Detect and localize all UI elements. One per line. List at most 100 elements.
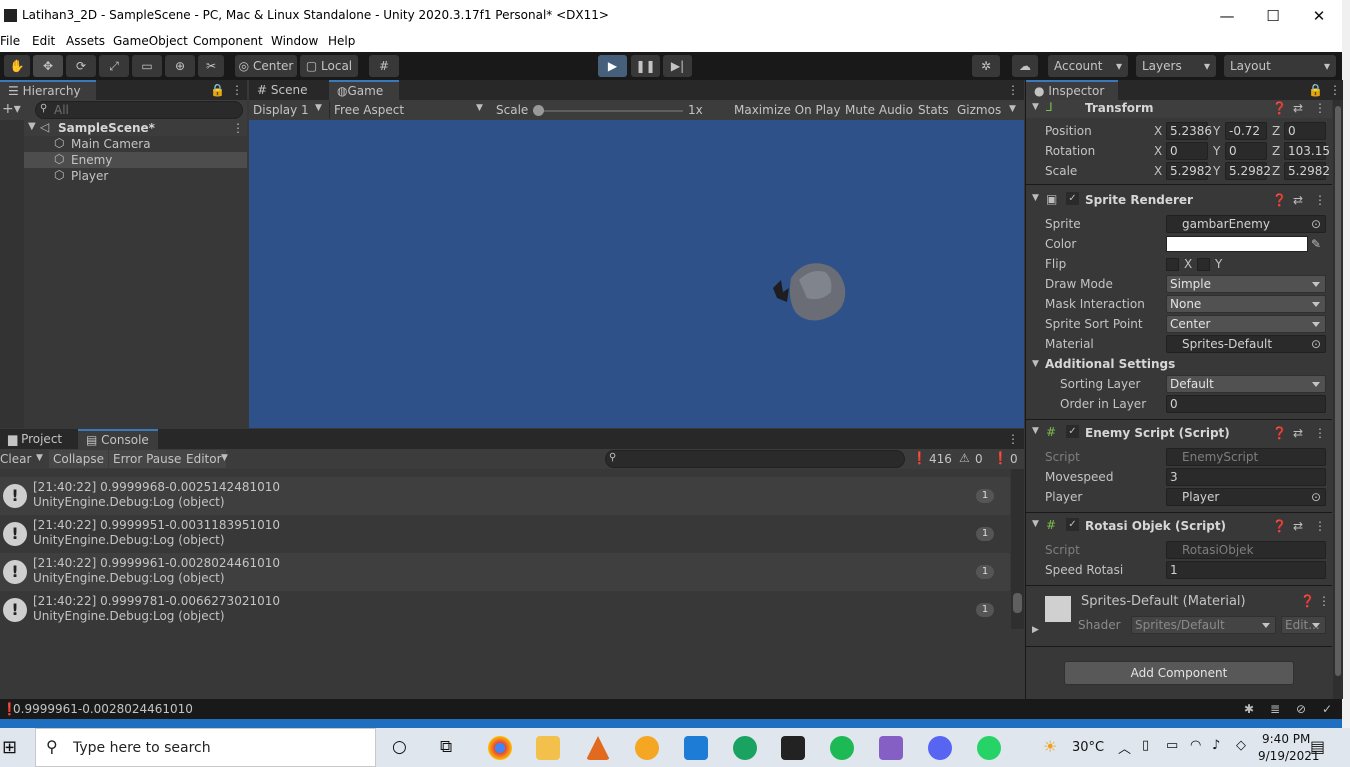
pivot-center-button[interactable]: ◎ Center xyxy=(235,55,297,77)
eyedropper-icon[interactable]: ✎ xyxy=(1311,237,1321,251)
hierarchy-item-enemy[interactable]: ⬡ Enemy xyxy=(0,152,247,168)
flip-y-checkbox[interactable] xyxy=(1197,258,1210,271)
error-pause-toggle[interactable]: Error Pause xyxy=(109,450,186,468)
windows-start-icon[interactable]: ⊞ xyxy=(2,737,17,758)
check-icon[interactable]: ✓ xyxy=(1322,702,1332,716)
game-viewport[interactable] xyxy=(249,120,1024,428)
maximize-button[interactable]: ☐ xyxy=(1250,0,1296,32)
sprite-field[interactable]: gambarEnemy xyxy=(1166,215,1326,233)
menu-component[interactable]: Component xyxy=(193,34,263,48)
scene-row[interactable]: ▼ ◁ SampleScene* ⋮ xyxy=(0,120,247,136)
rect-tool-icon[interactable]: ▭ xyxy=(132,55,162,77)
services-icon[interactable]: ✲ xyxy=(972,55,1000,77)
hierarchy-item-main-camera[interactable]: ⬡ Main Camera xyxy=(0,136,247,152)
log-entry[interactable]: ! [21:40:22] 0.9999968-0.0025142481010 U… xyxy=(0,477,1010,515)
mask-interaction-dropdown[interactable]: None xyxy=(1166,295,1326,313)
scrollbar-thumb[interactable] xyxy=(1013,593,1022,613)
layers-dropdown[interactable]: Layers ▾ xyxy=(1136,55,1216,77)
menu-edit[interactable]: Edit xyxy=(32,34,55,48)
app-icon[interactable] xyxy=(635,736,659,760)
help-icon[interactable]: ❓ xyxy=(1300,594,1315,608)
chrome-icon[interactable] xyxy=(488,736,512,760)
volume-icon[interactable]: ♪ xyxy=(1212,738,1220,753)
battery-icon[interactable]: ▭ xyxy=(1166,738,1178,753)
collapse-toggle[interactable]: Collapse xyxy=(49,450,108,468)
help-icon[interactable]: ❓ xyxy=(1272,519,1287,533)
language-icon[interactable]: ◇ xyxy=(1236,738,1246,753)
clock-time[interactable]: 9:40 PM xyxy=(1262,732,1310,746)
discord-icon[interactable] xyxy=(928,736,952,760)
move-tool-icon[interactable]: ✥ xyxy=(33,55,63,77)
scale-slider-handle[interactable] xyxy=(533,105,544,116)
pause-button[interactable]: ❚❚ xyxy=(631,55,660,77)
aspect-dropdown[interactable]: Free Aspect ▼ xyxy=(329,101,489,119)
more-icon[interactable]: ⋮ xyxy=(1314,193,1326,207)
more-icon[interactable]: ⋮ xyxy=(1314,426,1326,440)
position-x-field[interactable]: 5.2386 xyxy=(1166,122,1212,140)
account-dropdown[interactable]: Account ▾ xyxy=(1048,55,1128,77)
more-icon[interactable]: ⋮ xyxy=(232,121,244,135)
sprite-renderer-header[interactable]: ▼ ▣ ✓ Sprite Renderer ❓ ⇄ ⋮ xyxy=(1026,190,1332,210)
tab-hierarchy[interactable]: ☰ Hierarchy xyxy=(0,80,96,100)
order-in-layer-field[interactable]: 0 xyxy=(1166,395,1326,413)
hand-tool-icon[interactable]: ✋ xyxy=(4,55,30,77)
shader-edit-button[interactable]: Edit... xyxy=(1281,616,1326,634)
file-explorer-icon[interactable] xyxy=(536,736,560,760)
notifications-icon[interactable]: ▤ xyxy=(1310,737,1325,756)
tab-scene[interactable]: # Scene xyxy=(249,80,327,100)
menu-gameobject[interactable]: GameObject xyxy=(113,34,188,48)
play-button[interactable]: ▶ xyxy=(598,55,627,77)
color-swatch[interactable] xyxy=(1166,236,1308,252)
grid-snap-icon[interactable]: # xyxy=(369,55,399,77)
task-view-icon[interactable]: ⧉ xyxy=(440,737,452,757)
menu-help[interactable]: Help xyxy=(328,34,355,48)
clear-button[interactable]: Clear xyxy=(0,452,31,466)
more-icon[interactable]: ⋮ xyxy=(231,83,243,97)
minimize-button[interactable]: — xyxy=(1204,0,1250,32)
status-message[interactable]: 0.9999961-0.0028024461010 xyxy=(13,702,193,716)
log-entry[interactable]: ! [21:40:22] 0.9999961-0.0028024461010 U… xyxy=(0,553,1010,591)
scale-tool-icon[interactable]: ⤢ xyxy=(99,55,129,77)
scale-slider[interactable] xyxy=(535,110,683,112)
weather-icon[interactable]: ☀ xyxy=(1043,737,1057,756)
tab-inspector[interactable]: ● Inspector xyxy=(1026,80,1118,100)
additional-settings-label[interactable]: Additional Settings xyxy=(1045,357,1175,371)
object-picker-icon[interactable]: ⊙ xyxy=(1311,490,1321,504)
cortana-icon[interactable]: ○ xyxy=(392,737,407,757)
rotasi-script-header[interactable]: ▼ # ✓ Rotasi Objek (Script) ❓ ⇄ ⋮ xyxy=(1026,516,1332,536)
scale-y-field[interactable]: 5.2982 xyxy=(1225,162,1271,180)
enabled-checkbox[interactable]: ✓ xyxy=(1066,518,1079,531)
error-count-icon[interactable]: ❗ xyxy=(993,451,1008,465)
movespeed-field[interactable]: 3 xyxy=(1166,468,1326,486)
add-component-button[interactable]: Add Component xyxy=(1064,661,1294,685)
more-icon[interactable]: ⋮ xyxy=(1314,101,1326,115)
whatsapp-icon[interactable] xyxy=(977,736,1001,760)
rotation-x-field[interactable]: 0 xyxy=(1166,142,1208,160)
rotate-tool-icon[interactable]: ⟳ xyxy=(66,55,96,77)
presets-icon[interactable]: ⇄ xyxy=(1293,193,1303,207)
menu-window[interactable]: Window xyxy=(271,34,318,48)
expand-icon[interactable]: ▶ xyxy=(1032,625,1039,635)
more-icon[interactable]: ⋮ xyxy=(1318,594,1330,608)
edge-icon[interactable] xyxy=(733,736,757,760)
hierarchy-search-input[interactable]: All xyxy=(35,101,243,119)
more-icon[interactable]: ⋮ xyxy=(1314,519,1326,533)
lock-icon[interactable]: 🔒 xyxy=(210,83,225,97)
transform-header[interactable]: ▼ ⅃ Transform ❓ ⇄ ⋮ xyxy=(1026,100,1332,118)
enabled-checkbox[interactable]: ✓ xyxy=(1066,192,1079,205)
close-button[interactable]: ✕ xyxy=(1296,0,1342,32)
editor-dropdown[interactable]: Editor xyxy=(182,450,226,468)
help-icon[interactable]: ❓ xyxy=(1272,193,1287,207)
chevron-down-icon[interactable]: ▼ xyxy=(36,453,43,463)
more-icon[interactable]: ⋮ xyxy=(1329,83,1341,97)
mute-audio-toggle[interactable]: Mute Audio xyxy=(845,103,913,117)
presets-icon[interactable]: ⇄ xyxy=(1293,426,1303,440)
taskbar-search[interactable]: ⚲ Type here to search xyxy=(35,728,376,767)
inspector-scrollbar[interactable] xyxy=(1333,100,1343,699)
more-icon[interactable]: ⋮ xyxy=(1007,83,1019,97)
help-icon[interactable]: ❓ xyxy=(1272,426,1287,440)
draw-mode-dropdown[interactable]: Simple xyxy=(1166,275,1326,293)
tab-console[interactable]: ▤ Console xyxy=(78,429,158,449)
debug-icon[interactable]: ✱ xyxy=(1244,702,1254,716)
hierarchy-item-player[interactable]: ⬡ Player xyxy=(0,168,247,184)
